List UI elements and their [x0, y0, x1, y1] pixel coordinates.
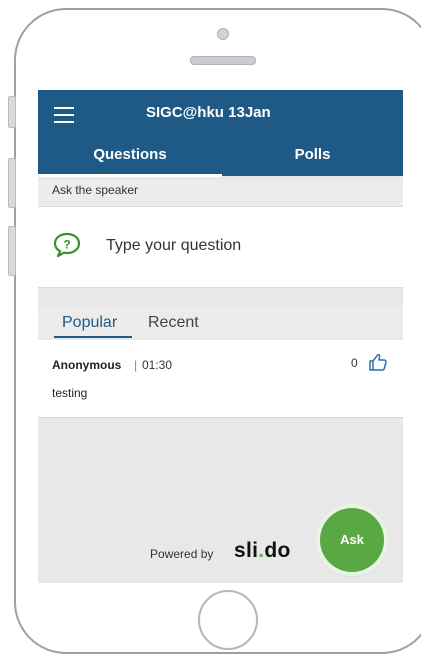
- tab-popular[interactable]: Popular: [62, 314, 117, 332]
- question-author: Anonymous: [52, 358, 122, 372]
- tab-questions[interactable]: Questions: [38, 146, 222, 176]
- thumbs-up-icon[interactable]: [368, 352, 388, 372]
- event-title: SIGC@hku 13Jan: [146, 104, 271, 121]
- app-header: SIGC@hku 13Jan Questions Polls: [38, 90, 403, 177]
- svg-text:?: ?: [63, 238, 70, 252]
- tab-polls[interactable]: Polls: [222, 146, 403, 176]
- phone-side-button: [8, 96, 16, 128]
- active-tab-indicator: [38, 174, 222, 177]
- phone-volume-up-button: [8, 158, 16, 208]
- question-placeholder: Type your question: [106, 237, 242, 254]
- question-bubble-icon: ?: [53, 232, 81, 258]
- sort-tabs: Popular Recent: [38, 306, 403, 338]
- question-item: Anonymous | 01:30 0 testing: [38, 340, 403, 418]
- phone-camera: [217, 28, 229, 40]
- phone-home-button[interactable]: [198, 590, 258, 650]
- ask-speaker-label: Ask the speaker: [38, 180, 403, 206]
- vote-count: 0: [351, 356, 358, 370]
- question-text: testing: [52, 386, 88, 400]
- slido-logo: sli.do: [234, 539, 291, 562]
- hamburger-menu-icon[interactable]: [54, 107, 74, 123]
- question-input[interactable]: ? Type your question: [38, 206, 403, 288]
- tab-recent[interactable]: Recent: [148, 314, 199, 332]
- sort-active-indicator: [54, 336, 132, 338]
- ask-button[interactable]: Ask: [320, 508, 384, 572]
- powered-by-label: Powered by: [150, 547, 214, 561]
- meta-separator: |: [134, 358, 138, 372]
- phone-speaker: [190, 56, 256, 65]
- phone-volume-down-button: [8, 226, 16, 276]
- question-time: 01:30: [142, 358, 173, 372]
- app-screen: SIGC@hku 13Jan Questions Polls Ask the s…: [38, 90, 403, 583]
